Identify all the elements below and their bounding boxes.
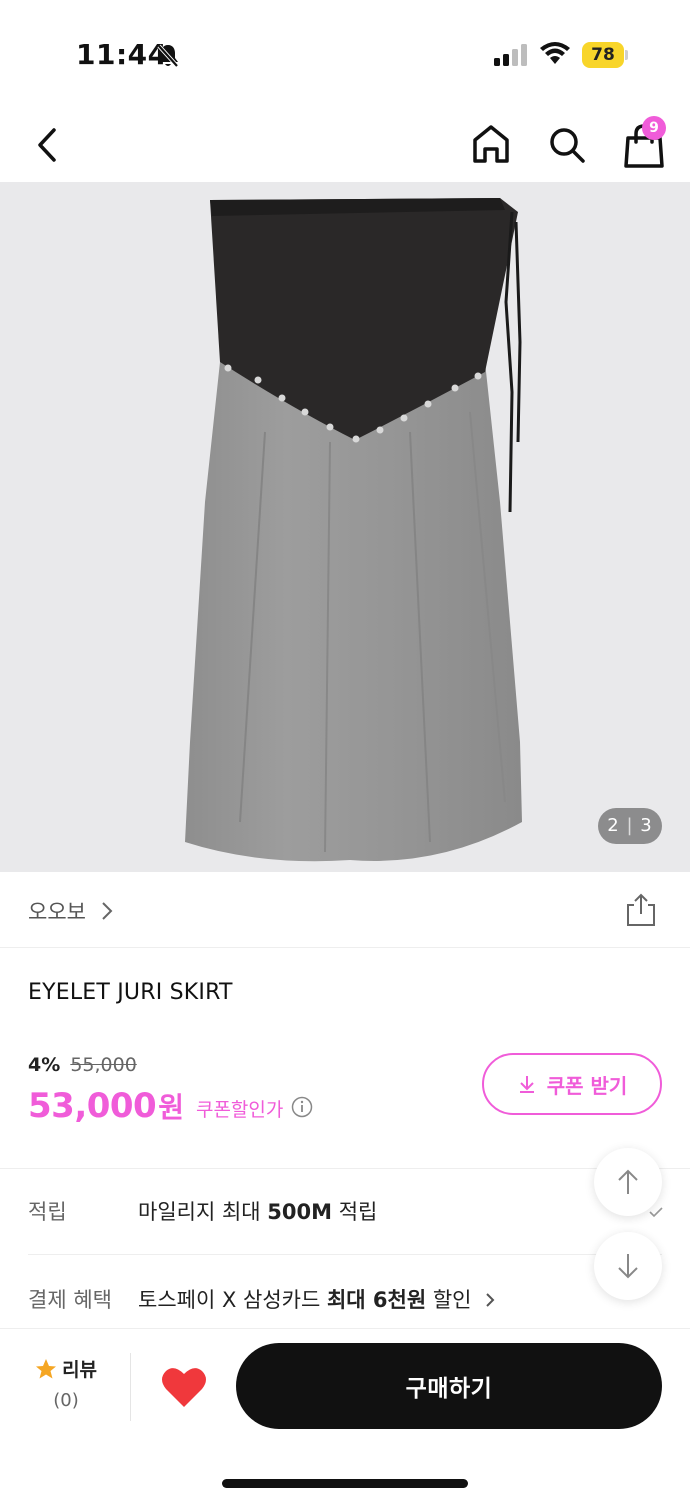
battery-icon: 78	[582, 42, 628, 68]
back-icon	[38, 128, 56, 162]
arrow-down-icon	[618, 1254, 638, 1279]
brand-link[interactable]: 오오보	[28, 896, 86, 926]
status-time: 11:44	[76, 38, 168, 71]
sale-price: 53,000	[28, 1086, 157, 1126]
star-icon	[35, 1358, 56, 1378]
points-value: 마일리지 최대 500M 적립	[138, 1196, 377, 1226]
payment-suffix: 할인	[426, 1288, 472, 1312]
share-button[interactable]	[624, 892, 658, 928]
image-counter-current: 2	[607, 815, 620, 836]
search-icon	[550, 128, 585, 163]
battery-tip	[625, 50, 628, 60]
scroll-to-top-button[interactable]	[594, 1148, 662, 1216]
review-button[interactable]: 리뷰 (0)	[28, 1355, 104, 1411]
points-label: 적립	[28, 1200, 67, 1224]
signal-icon	[494, 44, 528, 70]
review-count: (0)	[53, 1390, 79, 1411]
arrow-up-icon	[618, 1169, 638, 1194]
search-button[interactable]	[546, 122, 588, 166]
coupon-download-button[interactable]: 쿠폰 받기	[482, 1053, 662, 1115]
discount-row: 4% 55,000	[28, 1054, 137, 1076]
payment-prefix: 토스페이 X 삼성카드	[138, 1288, 327, 1312]
cart-count-badge: 9	[642, 116, 666, 140]
cart-button[interactable]: 9	[620, 116, 672, 170]
battery-level: 78	[591, 45, 615, 65]
divider	[28, 1254, 662, 1255]
coupon-price-label: 쿠폰할인가	[195, 1098, 284, 1121]
coupon-button-label: 쿠폰 받기	[546, 1073, 628, 1098]
home-indicator	[222, 1479, 468, 1488]
chevron-right-icon	[486, 1293, 495, 1307]
wifi-icon	[540, 42, 570, 70]
review-label-row: 리뷰	[28, 1355, 104, 1382]
image-counter: 2 | 3	[598, 808, 662, 844]
top-nav: 9	[0, 110, 690, 182]
product-title: EYELET JURI SKIRT	[28, 980, 233, 1005]
original-price: 55,000	[70, 1054, 137, 1076]
bell-slash-icon	[156, 43, 180, 73]
image-counter-total: 3	[640, 815, 653, 836]
back-button[interactable]	[28, 122, 68, 168]
home-button[interactable]	[470, 122, 512, 166]
heart-icon	[162, 1368, 206, 1407]
chevron-right-icon	[100, 900, 114, 926]
product-photo	[185, 198, 522, 862]
info-icon[interactable]	[291, 1096, 313, 1122]
like-button[interactable]	[160, 1365, 208, 1409]
points-prefix: 마일리지 최대	[138, 1200, 268, 1224]
image-counter-separator: |	[619, 815, 641, 836]
status-bar: 11:44 78	[0, 0, 690, 110]
scroll-to-bottom-button[interactable]	[594, 1232, 662, 1300]
vertical-divider	[130, 1353, 131, 1421]
points-suffix: 적립	[332, 1200, 378, 1224]
price-unit: 원	[158, 1091, 184, 1124]
brand-row: 오오보	[0, 872, 690, 948]
discount-rate: 4%	[28, 1054, 61, 1076]
payment-label: 결제 혜택	[28, 1288, 112, 1312]
buy-button[interactable]: 구매하기	[236, 1343, 662, 1429]
home-icon	[473, 125, 509, 163]
product-image-gallery[interactable]: 2 | 3	[0, 182, 690, 872]
share-icon	[627, 893, 655, 926]
review-label: 리뷰	[62, 1359, 98, 1381]
payment-value: 토스페이 X 삼성카드 최대 6천원 할인	[138, 1284, 496, 1314]
points-row: 적립 마일리지 최대 500M 적립	[28, 1168, 668, 1254]
download-icon	[519, 1076, 534, 1093]
payment-amount: 최대 6천원	[326, 1288, 427, 1312]
points-amount: 500M	[267, 1200, 333, 1224]
bottom-action-bar: 리뷰 (0) 구매하기	[0, 1328, 690, 1500]
price-row: 53,000 원 쿠폰할인가	[28, 1084, 313, 1128]
